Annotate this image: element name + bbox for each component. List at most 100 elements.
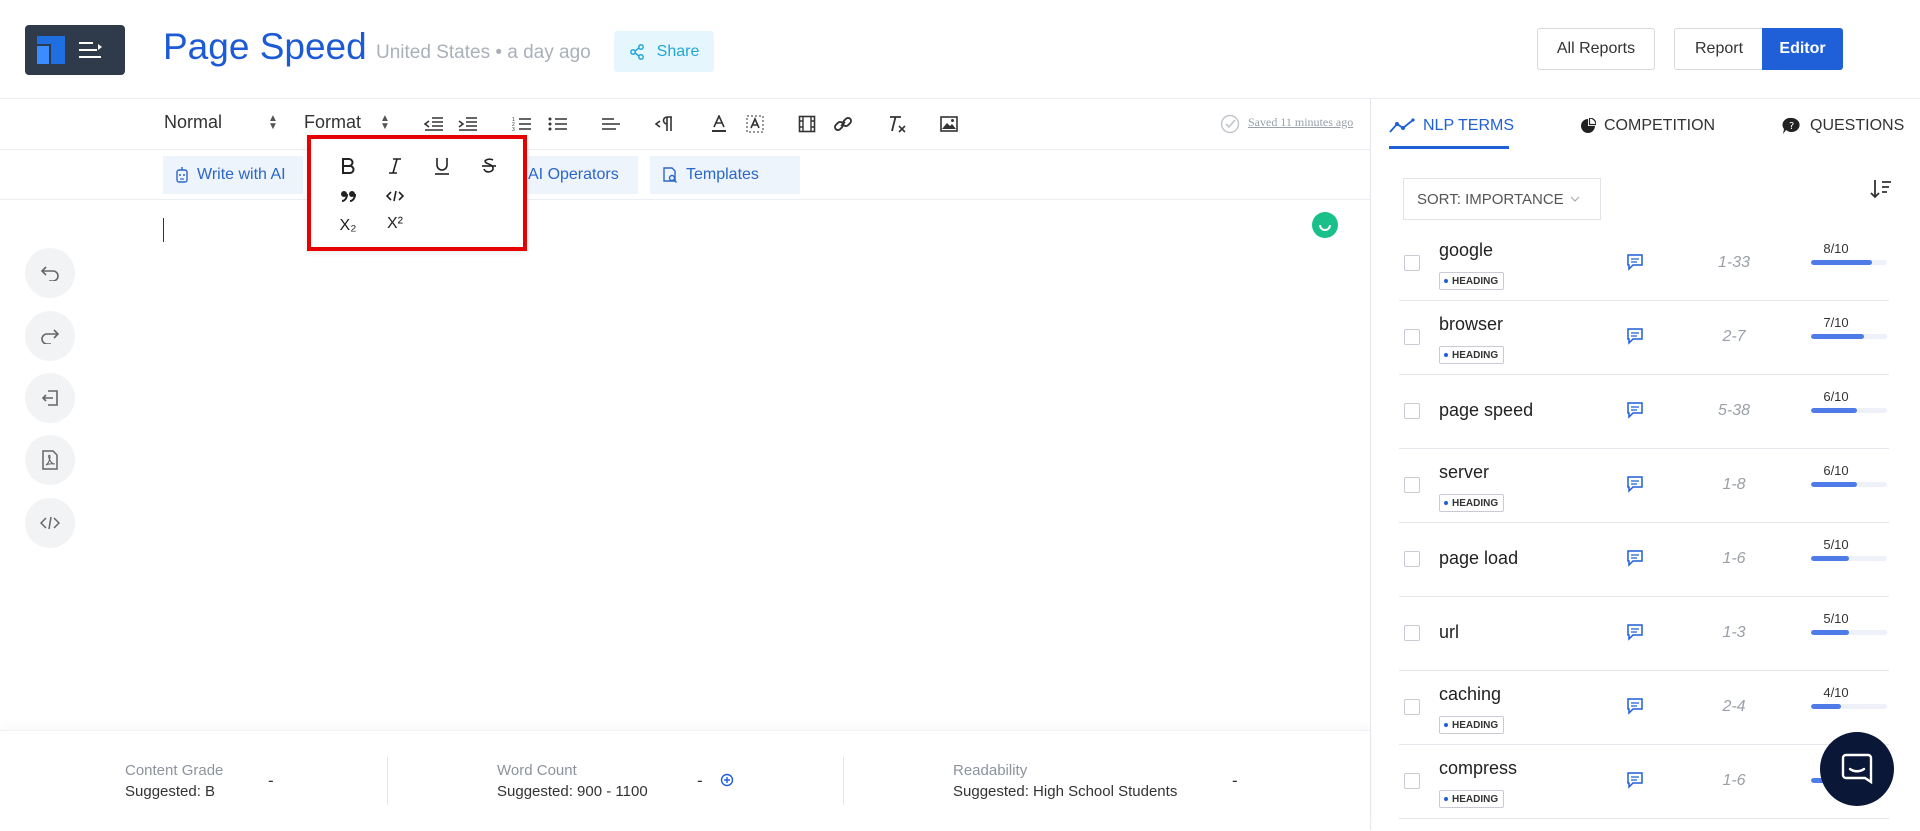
sort-dropdown[interactable]: SORT: IMPORTANCE <box>1403 178 1601 220</box>
term-comment-icon[interactable] <box>1626 253 1644 271</box>
undo-icon <box>40 266 59 281</box>
term-score: 5/10 <box>1823 537 1849 552</box>
import-button[interactable] <box>25 373 75 423</box>
term-checkbox[interactable] <box>1404 773 1420 789</box>
heading-badge: HEADING <box>1439 790 1505 808</box>
term-name: url <box>1439 622 1460 642</box>
saved-status[interactable]: Saved 11 minutes ago <box>1248 115 1353 130</box>
text-direction-button[interactable] <box>652 112 678 136</box>
share-icon <box>629 43 644 60</box>
term-row[interactable]: browser HEADING 2-7 7/10 <box>1399 301 1889 375</box>
film-icon <box>798 115 816 133</box>
term-row[interactable]: page speed 5-38 6/10 <box>1399 375 1889 449</box>
tab-questions[interactable]: ? QUESTIONS <box>1782 117 1904 135</box>
templates-button[interactable]: Templates <box>650 156 800 194</box>
term-range: 5-38 <box>1717 402 1751 419</box>
term-score-fill <box>1811 260 1872 265</box>
heading-badge: HEADING <box>1439 494 1505 512</box>
content-stats-footer <box>0 730 1370 831</box>
quote-icon <box>341 191 356 202</box>
indent-icon <box>458 117 477 131</box>
bullet-list-button[interactable] <box>545 112 571 136</box>
active-tab-indicator <box>1389 146 1509 149</box>
indent-button[interactable] <box>455 112 481 136</box>
video-button[interactable] <box>794 112 820 136</box>
blockquote-button[interactable] <box>335 183 361 209</box>
chevron-down-icon <box>1570 196 1580 202</box>
term-checkbox[interactable] <box>1404 403 1420 419</box>
term-checkbox[interactable] <box>1404 477 1420 493</box>
undo-button[interactable] <box>25 248 75 298</box>
bold-button[interactable] <box>335 153 361 179</box>
term-score: 6/10 <box>1823 389 1849 404</box>
ai-operators-button[interactable]: AI Operators <box>510 156 638 194</box>
term-comment-icon[interactable] <box>1626 327 1644 345</box>
term-row[interactable]: compress HEADING 1-6 <box>1399 745 1889 819</box>
strikethrough-button[interactable] <box>476 153 502 179</box>
link-button[interactable] <box>830 112 856 136</box>
background-color-button[interactable] <box>742 112 768 136</box>
term-checkbox[interactable] <box>1404 329 1420 345</box>
grammar-checker-icon[interactable] <box>1312 212 1338 238</box>
term-comment-icon[interactable] <box>1626 475 1644 493</box>
embed-code-button[interactable] <box>25 498 75 548</box>
write-with-ai-button[interactable]: Write with AI <box>163 156 303 194</box>
heading-badge-label: HEADING <box>1452 497 1499 509</box>
term-checkbox[interactable] <box>1404 551 1420 567</box>
term-row[interactable]: caching HEADING 2-4 4/10 <box>1399 671 1889 745</box>
code-block-button[interactable] <box>382 183 408 209</box>
all-reports-button[interactable]: All Reports <box>1537 28 1655 70</box>
sort-order-icon[interactable] <box>1870 178 1892 200</box>
term-checkbox[interactable] <box>1404 255 1420 271</box>
heading-badge: HEADING <box>1439 272 1505 290</box>
spinner-icon <box>1319 224 1331 231</box>
svg-text:3: 3 <box>512 127 515 132</box>
text-color-icon <box>712 115 726 132</box>
style-select-caret-icon: ▲ ▼ <box>268 113 278 132</box>
redo-button[interactable] <box>25 311 75 361</box>
style-select[interactable]: Normal ▲ ▼ <box>164 112 278 133</box>
pdf-export-button[interactable] <box>25 435 75 485</box>
italic-icon <box>389 158 401 174</box>
strikethrough-icon <box>482 158 496 173</box>
align-button[interactable] <box>598 112 624 136</box>
term-comment-icon[interactable] <box>1626 401 1644 419</box>
term-score-bar <box>1811 260 1887 265</box>
term-comment-icon[interactable] <box>1626 549 1644 567</box>
word-count-target-icon[interactable] <box>720 773 734 787</box>
term-row[interactable]: server HEADING 1-8 6/10 <box>1399 449 1889 523</box>
superscript-button[interactable]: X² <box>382 211 408 237</box>
app-logo[interactable] <box>25 25 125 75</box>
italic-button[interactable] <box>382 153 408 179</box>
editor-button[interactable]: Editor <box>1762 28 1843 70</box>
term-checkbox[interactable] <box>1404 625 1420 641</box>
term-comment-icon[interactable] <box>1626 697 1644 715</box>
subscript-button[interactable]: X₂ <box>335 213 361 239</box>
robot-icon <box>176 167 188 183</box>
report-button[interactable]: Report <box>1674 28 1764 70</box>
chat-launcher-button[interactable] <box>1820 732 1894 806</box>
page-subtitle: United States • a day ago <box>376 42 591 63</box>
outdent-button[interactable] <box>421 112 447 136</box>
clear-format-button[interactable] <box>884 112 910 136</box>
term-row[interactable]: url 1-3 5/10 <box>1399 597 1889 671</box>
term-comment-icon[interactable] <box>1626 623 1644 641</box>
term-name: page load <box>1439 548 1519 568</box>
term-score-bar <box>1811 630 1887 635</box>
term-row[interactable]: page load 1-6 5/10 <box>1399 523 1889 597</box>
term-checkbox[interactable] <box>1404 699 1420 715</box>
underline-button[interactable] <box>429 153 455 179</box>
ordered-list-button[interactable]: 123 <box>509 112 535 136</box>
tab-nlp-terms[interactable]: NLP TERMS <box>1389 117 1514 135</box>
tab-competition[interactable]: COMPETITION <box>1580 117 1715 135</box>
term-score-fill <box>1811 556 1849 561</box>
term-comment-icon[interactable] <box>1626 771 1644 789</box>
page-title: Page Speed <box>163 26 367 67</box>
format-select[interactable]: Format ▲ ▼ <box>304 112 390 133</box>
image-button[interactable] <box>936 112 962 136</box>
share-button[interactable]: Share <box>614 31 714 72</box>
term-row[interactable]: google HEADING 1-33 8/10 <box>1399 227 1889 301</box>
word-count-suggested: Suggested: 900 - 1100 <box>497 783 648 800</box>
readability-label: Readability <box>953 762 1028 779</box>
text-color-button[interactable] <box>706 112 732 136</box>
